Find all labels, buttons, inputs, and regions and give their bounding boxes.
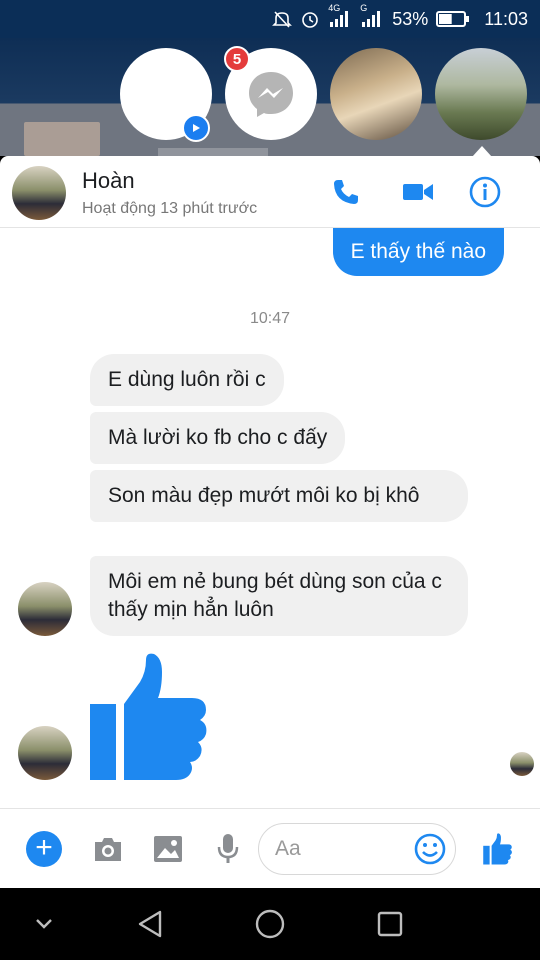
- clock: 11:03: [484, 8, 528, 29]
- chat-window: Hoàn Hoạt động 13 phút trước E thấy thế …: [0, 156, 540, 888]
- alarm-icon: [300, 9, 320, 29]
- voice-button[interactable]: [208, 829, 248, 869]
- video-call-button[interactable]: [400, 174, 436, 210]
- message-timestamp: 10:47: [249, 310, 291, 327]
- incoming-message[interactable]: E dùng luôn rồi c: [90, 354, 284, 406]
- background-thumbnail: [24, 122, 100, 156]
- contact-name[interactable]: Hoàn: [82, 168, 135, 194]
- incoming-message[interactable]: Mà lười ko fb cho c đấy: [90, 412, 346, 464]
- recents-icon: [377, 911, 403, 937]
- phone-icon: [334, 180, 358, 204]
- outgoing-message[interactable]: E thấy thế nào: [332, 228, 504, 276]
- info-icon: [469, 176, 501, 208]
- thumbs-up-icon: [90, 653, 207, 780]
- microphone-icon: [217, 834, 239, 863]
- background-text: [158, 148, 268, 156]
- avatar[interactable]: [18, 726, 72, 780]
- incoming-message[interactable]: Son màu đẹp mướt môi ko bị khô: [90, 470, 468, 522]
- send-like-button[interactable]: [478, 829, 518, 869]
- thumbs-up-sticker[interactable]: [88, 652, 212, 787]
- more-actions-button[interactable]: +: [24, 829, 64, 869]
- avatar[interactable]: [12, 166, 66, 220]
- home-icon: [255, 909, 285, 939]
- contact-status: Hoạt động 13 phút trước: [82, 200, 258, 217]
- thumbs-up-icon: [483, 833, 512, 865]
- message-field[interactable]: [258, 823, 456, 875]
- composer: +: [0, 808, 540, 888]
- emoji-icon: [414, 833, 446, 865]
- incoming-message[interactable]: Môi em nẻ bung bét dùng son của c thấy m…: [90, 556, 468, 636]
- message-input[interactable]: [275, 834, 405, 864]
- mute-icon: [272, 9, 293, 29]
- seen-indicator-avatar: [510, 752, 534, 776]
- video-camera-icon: [403, 184, 433, 200]
- chat-header: Hoàn Hoạt động 13 phút trước: [0, 156, 540, 228]
- recents-button[interactable]: [372, 906, 408, 942]
- emoji-button[interactable]: [413, 832, 447, 866]
- message-list[interactable]: E thấy thế nào 10:47 E dùng luôn rồi c M…: [0, 228, 540, 808]
- home-button[interactable]: [252, 906, 288, 942]
- chat-head-photo-children[interactable]: [330, 48, 422, 140]
- camera-icon: [95, 838, 121, 861]
- status-bar: 4G G 53% 11:03: [0, 0, 540, 38]
- unread-badge: 5: [224, 46, 250, 72]
- network-label: 4G: [328, 3, 341, 13]
- navigation-bar: [0, 888, 540, 960]
- back-icon: [138, 910, 162, 938]
- battery-icon: [436, 10, 470, 28]
- messenger-icon: [249, 72, 293, 117]
- battery-percent: 53%: [392, 8, 429, 29]
- chevron-down-icon: [36, 919, 52, 929]
- video-icon: [182, 114, 210, 142]
- signal-g-icon: G: [360, 3, 384, 29]
- avatar[interactable]: [18, 582, 72, 636]
- hide-keyboard-button[interactable]: [26, 906, 62, 942]
- chat-head-photo-hoan[interactable]: [435, 48, 527, 140]
- signal-4g-icon: 4G: [328, 3, 352, 29]
- camera-button[interactable]: [88, 829, 128, 869]
- gallery-button[interactable]: [148, 829, 188, 869]
- plus-icon: +: [26, 831, 62, 867]
- back-button[interactable]: [132, 906, 168, 942]
- image-icon: [154, 836, 182, 862]
- network2-label: G: [360, 3, 368, 13]
- info-button[interactable]: [467, 174, 503, 210]
- call-button[interactable]: [328, 174, 364, 210]
